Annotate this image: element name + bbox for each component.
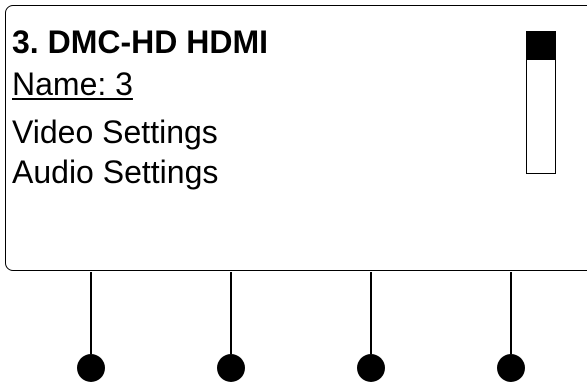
softkey-3-button[interactable] bbox=[357, 354, 385, 382]
softkey-1-button[interactable] bbox=[77, 354, 105, 382]
scrollbar[interactable] bbox=[526, 31, 556, 174]
lcd-screen: 3. DMC-HD HDMI Name: 3 Video Settings Au… bbox=[5, 5, 587, 271]
menu-item-name[interactable]: Name: 3 bbox=[12, 66, 133, 102]
softkey-2-leader bbox=[230, 272, 232, 354]
softkey-3-leader bbox=[370, 272, 372, 354]
softkey-4-leader bbox=[510, 272, 512, 354]
menu-title: 3. DMC-HD HDMI bbox=[12, 24, 268, 60]
menu-item-audio-settings[interactable]: Audio Settings bbox=[12, 154, 218, 190]
scrollbar-thumb[interactable] bbox=[527, 32, 555, 61]
softkey-2-button[interactable] bbox=[217, 354, 245, 382]
softkey-4-button[interactable] bbox=[497, 354, 525, 382]
softkey-1-leader bbox=[90, 272, 92, 354]
menu-item-video-settings[interactable]: Video Settings bbox=[12, 114, 218, 150]
